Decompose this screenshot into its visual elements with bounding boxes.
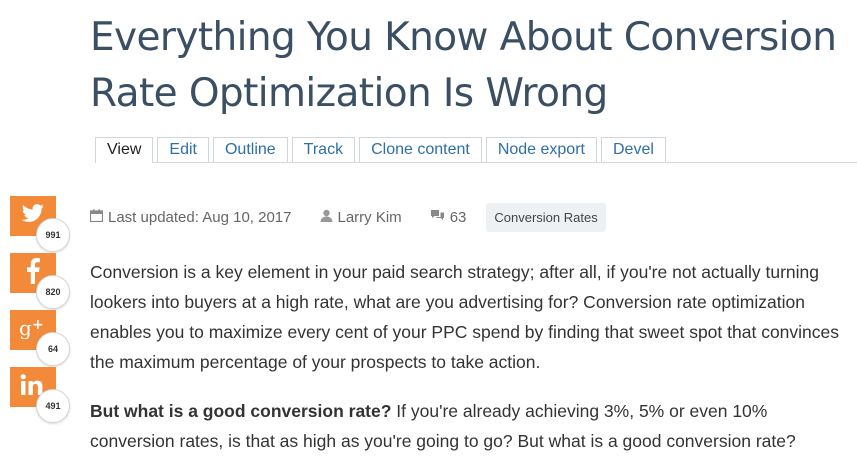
- comments-icon: [430, 209, 450, 226]
- node-tabs: View Edit Outline Track Clone content No…: [95, 136, 857, 163]
- twitter-share-count: 991: [36, 218, 70, 252]
- last-updated-text: Last updated: Aug 10, 2017: [108, 208, 292, 226]
- page-title-line-1: Everything You Know About Conversion: [90, 15, 837, 60]
- author-name[interactable]: Larry Kim: [338, 209, 402, 226]
- article-paragraph-1: Conversion is a key element in your paid…: [90, 262, 840, 372]
- google-plus-share-count: 64: [36, 332, 70, 366]
- article-meta: Last updated: Aug 10, 2017 Larry Kim 63 …: [89, 202, 606, 232]
- article-paragraph-2: But what is a good conversion rate? If y…: [90, 396, 850, 456]
- facebook-share-count: 820: [36, 275, 70, 309]
- page-title-line-2: Rate Optimization Is Wrong: [90, 71, 608, 116]
- author: Larry Kim: [320, 209, 402, 226]
- page-title: Everything You Know About Conversion Rat…: [90, 10, 850, 122]
- tab-clone-content[interactable]: Clone content: [359, 137, 482, 162]
- tab-devel[interactable]: Devel: [600, 137, 666, 162]
- user-icon: [320, 209, 338, 226]
- tab-track[interactable]: Track: [291, 137, 356, 162]
- svg-text:g: g: [19, 317, 32, 339]
- tab-edit[interactable]: Edit: [157, 137, 209, 162]
- tab-outline[interactable]: Outline: [212, 137, 288, 162]
- linkedin-share-count: 491: [36, 389, 70, 423]
- comment-count-value[interactable]: 63: [450, 209, 467, 226]
- tab-node-export[interactable]: Node export: [485, 137, 597, 162]
- svg-text:+: +: [32, 317, 44, 333]
- calendar-icon: [89, 208, 108, 226]
- comment-count: 63: [430, 209, 467, 226]
- last-updated: Last updated: Aug 10, 2017: [89, 208, 292, 226]
- tab-view[interactable]: View: [95, 137, 154, 163]
- category-tag[interactable]: Conversion Rates: [486, 202, 606, 232]
- paragraph-2-lead: But what is a good conversion rate?: [90, 401, 392, 421]
